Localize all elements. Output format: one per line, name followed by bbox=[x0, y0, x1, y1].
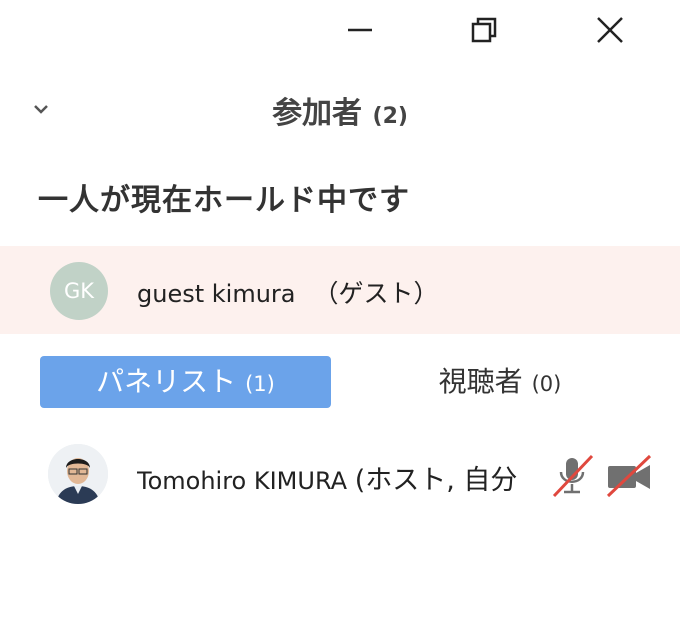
tab-panelists-count: (1) bbox=[245, 372, 275, 396]
minimize-button[interactable] bbox=[334, 8, 386, 52]
mic-muted-icon bbox=[552, 454, 594, 498]
person-photo-icon bbox=[48, 444, 108, 504]
guest-name-label: guest kimura bbox=[137, 280, 296, 308]
tab-viewers[interactable]: 視聴者 (0) bbox=[370, 356, 630, 408]
guest-tag: （ゲスト） bbox=[313, 279, 439, 308]
panel-header: 参加者 (2) bbox=[0, 80, 680, 136]
tab-viewers-label: 視聴者 bbox=[438, 365, 523, 398]
panel-title-label: 参加者 bbox=[272, 96, 363, 131]
hold-heading: 一人が現在ホールド中です bbox=[38, 183, 410, 218]
tab-viewers-count: (0) bbox=[531, 372, 562, 396]
avatar: GK bbox=[50, 262, 108, 320]
mute-toggle[interactable] bbox=[550, 452, 594, 500]
restore-button[interactable] bbox=[458, 8, 510, 52]
participant-name: Tomohiro KIMURA (ホスト, 自分 bbox=[137, 458, 557, 497]
participant-name-label: Tomohiro KIMURA bbox=[137, 467, 348, 495]
waiting-participant-row[interactable]: GK guest kimura （ゲスト） bbox=[0, 246, 680, 334]
minimize-icon bbox=[348, 28, 372, 32]
close-button[interactable] bbox=[584, 8, 636, 52]
guest-name: guest kimura （ゲスト） bbox=[137, 274, 439, 310]
avatar bbox=[48, 444, 108, 504]
title-bar bbox=[0, 0, 680, 62]
panel-title: 参加者 (2) bbox=[0, 88, 680, 132]
participant-role: (ホスト, 自分 bbox=[354, 465, 518, 496]
restore-icon bbox=[471, 17, 497, 43]
participant-count: (2) bbox=[372, 104, 408, 129]
close-icon bbox=[597, 17, 623, 43]
tab-panelists[interactable]: パネリスト (1) bbox=[40, 356, 331, 408]
participant-tabs: パネリスト (1) 視聴者 (0) bbox=[40, 356, 640, 408]
participant-row[interactable]: Tomohiro KIMURA (ホスト, 自分 bbox=[0, 440, 680, 512]
video-toggle[interactable] bbox=[604, 452, 654, 500]
video-off-icon bbox=[606, 454, 652, 498]
tab-panelists-label: パネリスト bbox=[96, 365, 237, 398]
